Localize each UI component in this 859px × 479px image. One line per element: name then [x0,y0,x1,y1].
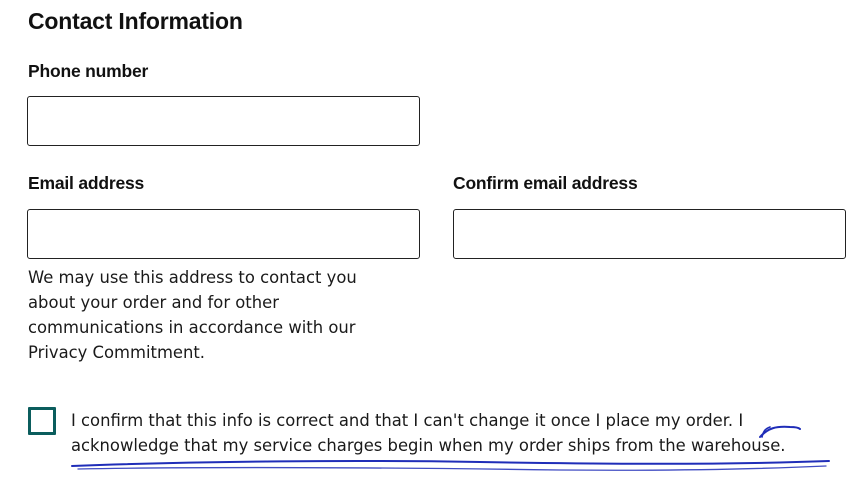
phone-number-label: Phone number [28,61,149,81]
page-title: Contact Information [28,8,243,34]
confirm-info-checkbox[interactable] [28,407,56,435]
confirm-email-label: Confirm email address [453,173,638,193]
phone-number-input[interactable] [27,96,420,146]
ink-underline-stroke-2 [77,465,827,471]
email-address-label: Email address [28,173,145,193]
ink-underline-stroke [71,460,830,467]
email-address-input[interactable] [27,209,420,259]
confirm-info-text[interactable]: I confirm that this info is correct and … [71,409,841,458]
confirm-email-input[interactable] [453,209,846,259]
email-help-text: We may use this address to contact you a… [28,268,357,362]
